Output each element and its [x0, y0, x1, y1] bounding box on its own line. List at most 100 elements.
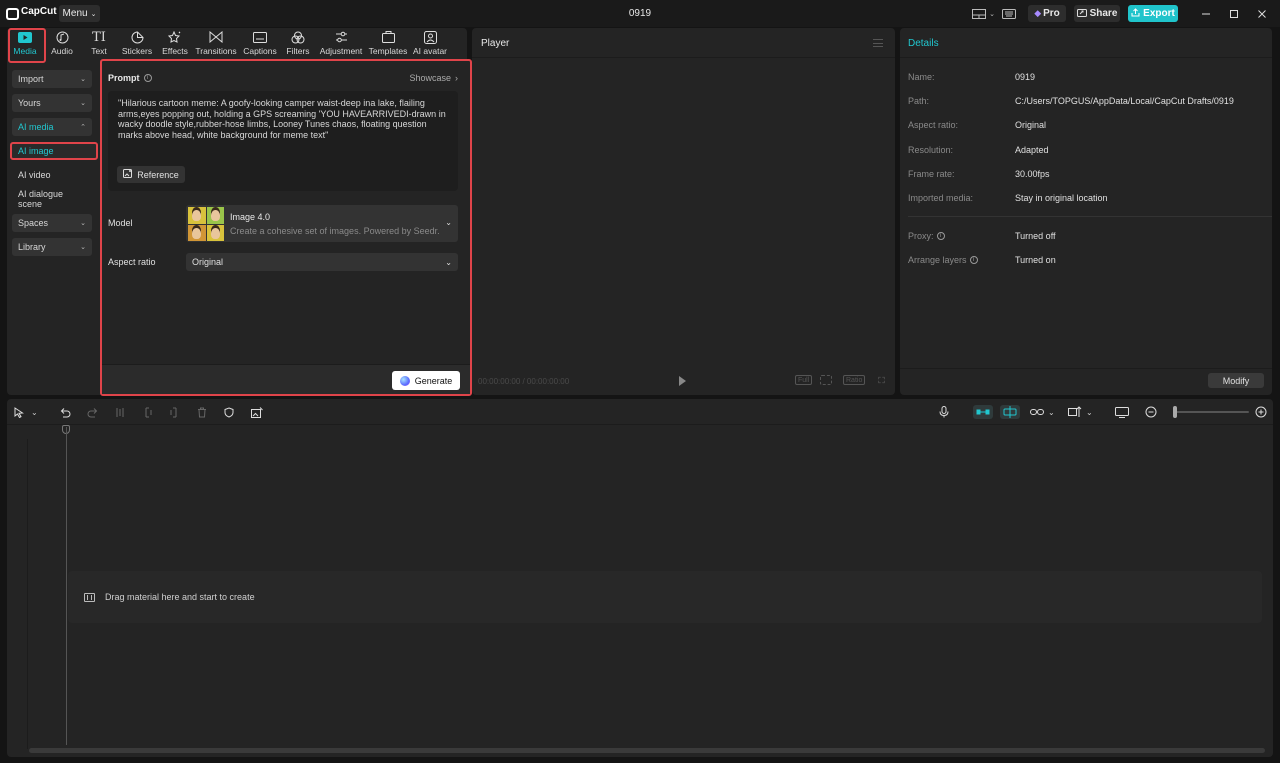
chevron-down-icon[interactable]: ⌄ — [31, 405, 38, 419]
tab-text[interactable]: TI Text — [81, 28, 117, 58]
sidebar-item-library[interactable]: Library ⌄ — [12, 238, 92, 256]
close-button[interactable] — [1248, 0, 1276, 27]
link-icon[interactable] — [1030, 405, 1044, 419]
trim-right-icon[interactable] — [169, 405, 179, 419]
maximize-button[interactable] — [1220, 0, 1248, 27]
sidebar-item-ai-media[interactable]: AI media ⌃ — [12, 118, 92, 136]
generate-button[interactable]: Generate — [392, 371, 460, 390]
pro-button[interactable]: ◆ Pro — [1028, 5, 1066, 22]
detail-row-imported-media: Imported media: Stay in original locatio… — [908, 193, 1108, 203]
reference-button[interactable]: Reference — [117, 166, 185, 183]
zoom-slider[interactable] — [1175, 411, 1249, 413]
showcase-link[interactable]: Showcase › — [409, 73, 458, 83]
preview-axis-icon[interactable] — [1068, 405, 1082, 419]
tab-ai-avatar[interactable]: AI avatar — [409, 28, 451, 58]
tab-audio[interactable]: Audio — [43, 28, 81, 58]
play-icon[interactable] — [679, 376, 686, 386]
export-button[interactable]: Export — [1128, 5, 1178, 22]
sidebar-item-spaces[interactable]: Spaces ⌄ — [12, 214, 92, 232]
menu-button[interactable]: Menu ⌄ — [59, 5, 100, 22]
image-edit-icon[interactable] — [251, 405, 263, 419]
media-sidebar: Import ⌄ Yours ⌄ AI media ⌃ AI image AI … — [12, 70, 92, 262]
preview-screen-icon[interactable] — [1115, 405, 1129, 419]
main-track-drop-zone[interactable]: Drag material here and start to create — [68, 571, 1262, 623]
aspect-ratio-select[interactable]: Original ⌄ — [186, 253, 458, 271]
thumbnail-tile — [188, 207, 206, 224]
undo-icon[interactable] — [59, 405, 71, 419]
chevron-right-icon: › — [455, 73, 458, 83]
chevron-down-icon: ⌄ — [80, 243, 86, 251]
tab-stickers[interactable]: Stickers — [117, 28, 157, 58]
info-icon[interactable]: i — [937, 232, 945, 240]
horizontal-scrollbar[interactable] — [29, 748, 1265, 753]
expand-icon[interactable] — [876, 375, 887, 385]
detail-row-path: Path: C:/Users/TOPGUS/AppData/Local/CapC… — [908, 96, 1234, 106]
tab-templates[interactable]: Templates — [367, 28, 409, 58]
zoom-in-icon[interactable] — [1255, 405, 1267, 419]
info-icon[interactable]: i — [970, 256, 978, 264]
keyboard-icon[interactable] — [1000, 5, 1018, 23]
title-bar: CapCut Menu ⌄ 0919 ⌄ ◆ Pro Share Export — [0, 0, 1280, 27]
tab-text-label: Text — [91, 46, 107, 56]
auto-snap-icon[interactable] — [1000, 405, 1020, 419]
trim-left-icon[interactable] — [143, 405, 153, 419]
detail-key: Name: — [908, 72, 1015, 82]
tab-audio-label: Audio — [51, 46, 73, 56]
tab-effects-label: Effects — [162, 46, 188, 56]
chevron-up-icon: ⌃ — [80, 123, 86, 131]
zoom-out-icon[interactable] — [1145, 405, 1157, 419]
detail-key: Imported media: — [908, 193, 1015, 203]
sidebar-item-import[interactable]: Import ⌄ — [12, 70, 92, 88]
layout-icon[interactable] — [970, 5, 988, 23]
chevron-down-icon: ⌄ — [445, 218, 452, 227]
tab-transitions[interactable]: Transitions — [193, 28, 239, 58]
prompt-text[interactable]: "Hilarious cartoon meme: A goofy-looking… — [118, 98, 453, 140]
tab-adjustment[interactable]: Adjustment — [315, 28, 367, 58]
modify-button[interactable]: Modify — [1208, 373, 1264, 388]
tool-tabs: Media Audio TI Text Stickers Effects — [7, 28, 451, 58]
player-header: Player — [472, 28, 895, 58]
prompt-label-text: Prompt — [108, 73, 140, 83]
pro-label: Pro — [1043, 8, 1060, 19]
split-icon[interactable] — [115, 405, 125, 419]
share-icon — [1077, 8, 1087, 20]
redo-icon[interactable] — [87, 405, 99, 419]
chevron-down-icon[interactable]: ⌄ — [1086, 405, 1093, 419]
timeline-panel: ⌄ — [7, 399, 1273, 757]
playhead[interactable] — [66, 427, 67, 745]
sidebar-item-yours[interactable]: Yours ⌄ — [12, 94, 92, 112]
tab-effects[interactable]: Effects — [157, 28, 193, 58]
ratio-button[interactable]: Ratio — [843, 375, 865, 385]
media-panel: Media Audio TI Text Stickers Effects — [7, 28, 467, 395]
tab-filters[interactable]: Filters — [281, 28, 315, 58]
detail-row-resolution: Resolution: Adapted — [908, 145, 1049, 155]
sidebar-item-ai-dialogue-scene[interactable]: AI dialogue scene — [12, 190, 92, 208]
text-icon: TI — [92, 30, 106, 44]
tab-captions[interactable]: Captions — [239, 28, 281, 58]
main-track-magnet-icon[interactable] — [973, 405, 993, 419]
audio-icon — [56, 30, 69, 44]
prompt-input[interactable]: "Hilarious cartoon meme: A goofy-looking… — [108, 91, 458, 191]
info-icon[interactable]: i — [144, 74, 152, 82]
ai-avatar-icon — [424, 30, 437, 44]
model-select[interactable]: Image 4.0 Create a cohesive set of image… — [186, 205, 458, 242]
model-thumbnail — [188, 207, 224, 241]
chevron-down-icon[interactable]: ⌄ — [988, 5, 996, 23]
shield-icon[interactable] — [224, 405, 234, 419]
microphone-icon[interactable] — [939, 405, 949, 419]
aspect-ratio-value: Original — [192, 257, 223, 267]
sidebar-item-ai-video[interactable]: AI video — [12, 166, 92, 184]
share-button[interactable]: Share — [1074, 5, 1120, 22]
zoom-slider-handle[interactable] — [1173, 406, 1177, 418]
generate-label: Generate — [415, 376, 453, 386]
sidebar-item-label: AI media — [18, 122, 54, 132]
fullscreen-toggle[interactable]: Full — [795, 375, 812, 385]
crop-icon[interactable] — [820, 375, 832, 385]
minimize-button[interactable] — [1192, 0, 1220, 27]
select-cursor-icon[interactable] — [14, 405, 24, 419]
sidebar-item-ai-image[interactable]: AI image — [10, 142, 98, 160]
menu-icon[interactable] — [873, 39, 883, 47]
model-label: Model — [108, 218, 133, 228]
delete-icon[interactable] — [197, 405, 207, 419]
chevron-down-icon[interactable]: ⌄ — [1048, 405, 1055, 419]
